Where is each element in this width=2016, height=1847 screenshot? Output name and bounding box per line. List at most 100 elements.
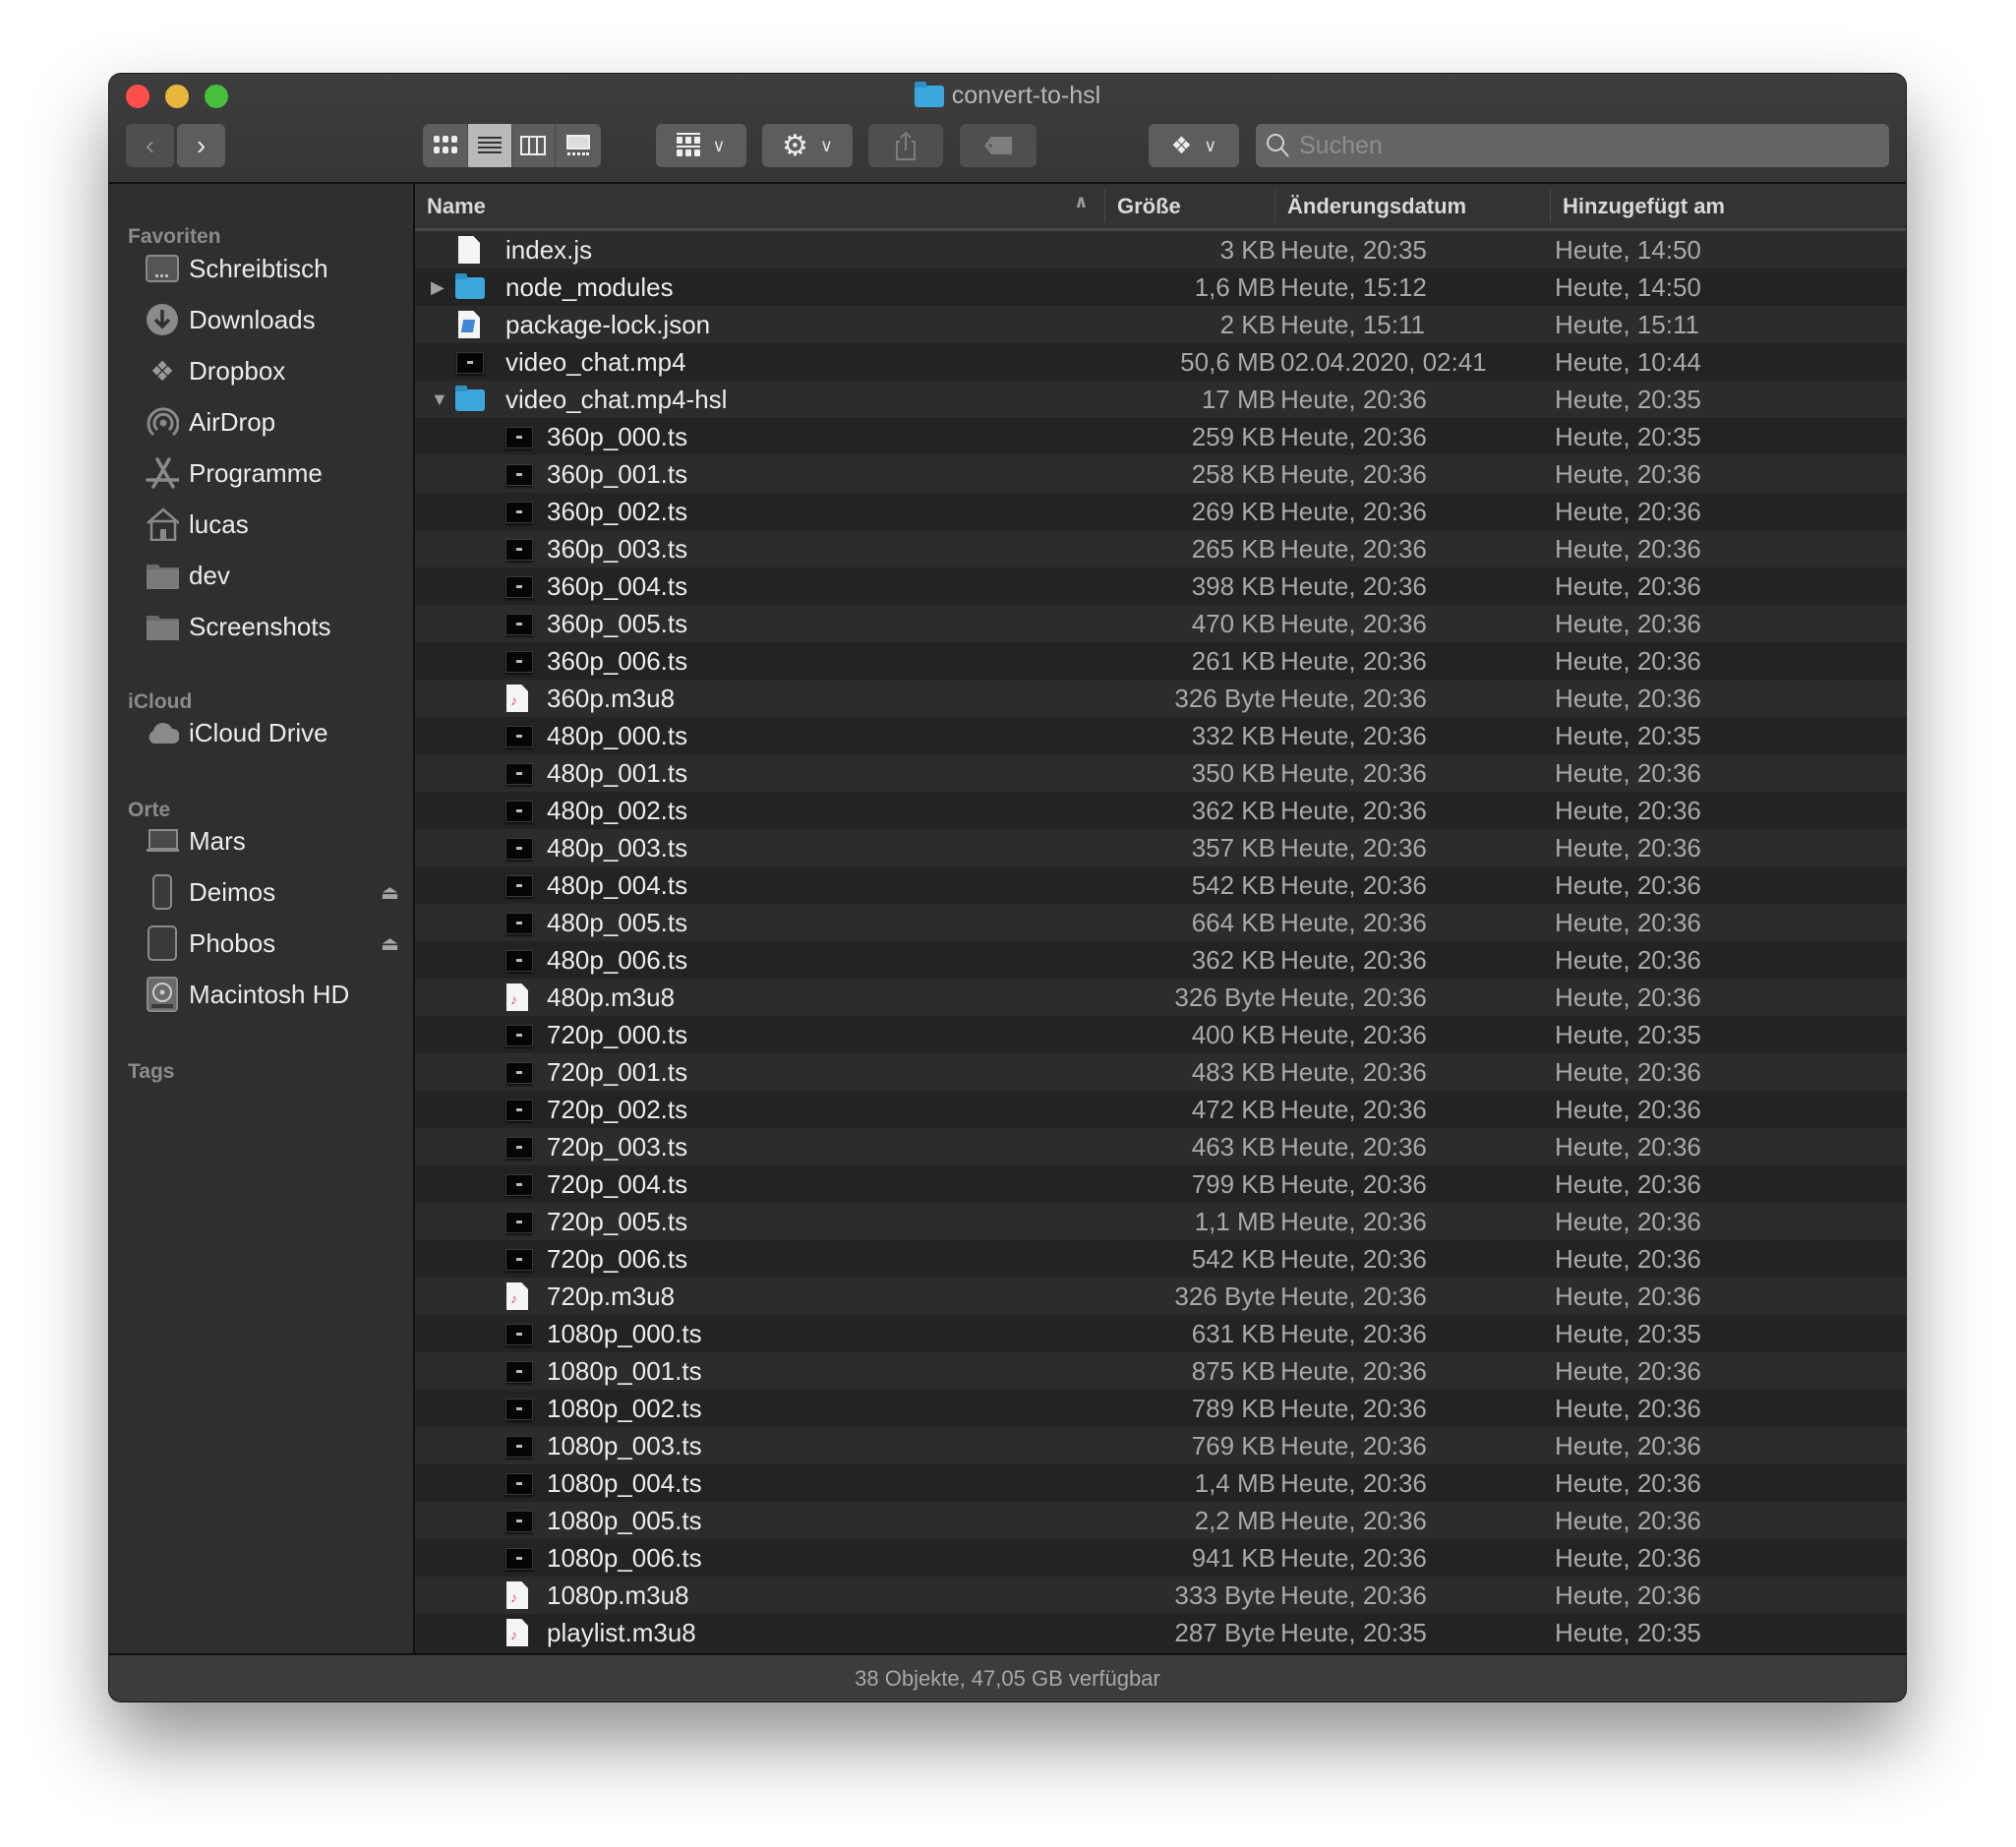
video-thumbnail-icon bbox=[505, 1473, 533, 1495]
file-row[interactable]: 1080p_001.ts 875 KB Heute, 20:36 Heute, 20:… bbox=[415, 1352, 1906, 1390]
video-thumbnail-icon bbox=[505, 651, 533, 673]
group-by-button[interactable]: ∨ bbox=[656, 124, 746, 167]
file-modified-date: Heute, 20:36 bbox=[1280, 1019, 1427, 1049]
forward-button[interactable]: › bbox=[177, 124, 225, 167]
list-view-button[interactable] bbox=[468, 124, 512, 167]
file-row[interactable]: 360p_001.ts 258 KB Heute, 20:36 Heute, 20:3… bbox=[415, 455, 1906, 493]
column-header-name[interactable]: Name bbox=[415, 184, 1103, 228]
file-row[interactable]: 480p_000.ts 332 KB Heute, 20:36 Heute, 20:3… bbox=[415, 717, 1906, 754]
tags-button[interactable] bbox=[960, 124, 1037, 167]
video-thumbnail-icon bbox=[505, 950, 533, 972]
file-added-date: Heute, 20:35 bbox=[1555, 1617, 1701, 1647]
file-row[interactable]: 360p_006.ts 261 KB Heute, 20:36 Heute, 20:3… bbox=[415, 642, 1906, 680]
dropbox-icon: ❖ bbox=[149, 355, 175, 387]
file-row[interactable]: 480p_003.ts 357 KB Heute, 20:36 Heute, 20:3… bbox=[415, 829, 1906, 866]
file-row[interactable]: index.js 3 KB Heute, 20:35 Heute, 14:50 bbox=[415, 231, 1906, 268]
dropbox-button[interactable]: ❖ ∨ bbox=[1149, 124, 1239, 167]
file-added-date: Heute, 20:35 bbox=[1555, 384, 1701, 414]
eject-icon[interactable]: ⏏ bbox=[381, 880, 399, 905]
file-modified-date: Heute, 20:36 bbox=[1280, 1505, 1427, 1535]
sidebar-item-dropbox[interactable]: ❖ Dropbox bbox=[146, 349, 399, 392]
file-row[interactable]: ▼ video_chat.mp4-hsl 17 MB Heute, 20:36 Heut… bbox=[415, 381, 1906, 418]
file-name: 720p_001.ts bbox=[547, 1056, 688, 1087]
share-button[interactable] bbox=[868, 124, 943, 167]
sidebar-item-mars[interactable]: Mars bbox=[146, 819, 399, 863]
file-row[interactable]: video_chat.mp4 50,6 MB 02.04.2020, 02:41 He… bbox=[415, 343, 1906, 381]
laptop-icon bbox=[146, 824, 179, 858]
file-row[interactable]: 720p.m3u8326 ByteHeute, 20:36Heute, 20:3… bbox=[415, 1278, 1906, 1315]
sidebar-item-label: dev bbox=[189, 560, 230, 590]
file-row[interactable]: 720p_002.ts 472 KB Heute, 20:36 Heute, 20:3… bbox=[415, 1091, 1906, 1128]
file-row[interactable]: 720p_000.ts 400 KB Heute, 20:36 Heute, 20:3… bbox=[415, 1016, 1906, 1053]
file-added-date: Heute, 20:36 bbox=[1555, 757, 1701, 788]
sidebar-item-lucas[interactable]: lucas bbox=[146, 503, 399, 546]
video-thumbnail-icon bbox=[505, 875, 533, 897]
sidebar-item-programme[interactable]: Programme bbox=[146, 451, 399, 495]
file-row[interactable]: 1080p_006.ts 941 KB Heute, 20:36 Heute, 20:… bbox=[415, 1539, 1906, 1577]
file-row[interactable]: 720p_001.ts 483 KB Heute, 20:36 Heute, 20:3… bbox=[415, 1053, 1906, 1091]
view-mode-segmented-control[interactable] bbox=[423, 124, 601, 167]
sidebar-item-deimos[interactable]: Deimos ⏏ bbox=[146, 870, 399, 914]
file-row[interactable]: 480p_002.ts 362 KB Heute, 20:36 Heute, 20:3… bbox=[415, 792, 1906, 829]
file-row[interactable]: 480p_004.ts 542 KB Heute, 20:36 Heute, 20:3… bbox=[415, 866, 1906, 904]
file-row[interactable]: 720p_003.ts 463 KB Heute, 20:36 Heute, 20:3… bbox=[415, 1128, 1906, 1165]
video-thumbnail-icon bbox=[505, 539, 533, 561]
file-row[interactable]: package-lock.json 2 KB Heute, 15:11 Heute, … bbox=[415, 306, 1906, 343]
disclosure-expanded-icon[interactable]: ▼ bbox=[431, 389, 448, 410]
search-field[interactable] bbox=[1256, 124, 1889, 167]
sidebar-item-downloads[interactable]: Downloads bbox=[146, 298, 399, 341]
sidebar-item-phobos[interactable]: Phobos ⏏ bbox=[146, 922, 399, 965]
file-row[interactable]: ▶ node_modules 1,6 MB Heute, 15:12 Heute, 14… bbox=[415, 268, 1906, 306]
file-row[interactable]: 360p_005.ts 470 KB Heute, 20:36 Heute, 20:3… bbox=[415, 605, 1906, 642]
sidebar-item-macintosh-hd[interactable]: Macintosh HD bbox=[146, 973, 399, 1016]
search-input[interactable] bbox=[1297, 130, 1852, 161]
file-name: 480p_002.ts bbox=[547, 795, 688, 825]
column-header-modified[interactable]: Änderungsdatum bbox=[1275, 184, 1550, 228]
file-row[interactable]: 1080p_003.ts 769 KB Heute, 20:36 Heute, 20:… bbox=[415, 1427, 1906, 1464]
file-row[interactable]: 360p_003.ts 265 KB Heute, 20:36 Heute, 20:3… bbox=[415, 530, 1906, 567]
column-header-added[interactable]: Hinzugefügt am bbox=[1551, 184, 1905, 228]
gallery-view-button[interactable] bbox=[556, 124, 601, 167]
sidebar-item-dev[interactable]: dev bbox=[146, 554, 399, 597]
file-row[interactable]: 360p_002.ts 269 KB Heute, 20:36 Heute, 20:3… bbox=[415, 493, 1906, 530]
file-name: 360p_004.ts bbox=[547, 570, 688, 601]
file-row[interactable]: 360p_004.ts 398 KB Heute, 20:36 Heute, 20:3… bbox=[415, 567, 1906, 605]
file-size: 362 KB bbox=[1191, 795, 1275, 825]
sidebar-item-schreibtisch[interactable]: Schreibtisch bbox=[146, 247, 399, 290]
file-added-date: Heute, 20:36 bbox=[1555, 1056, 1701, 1087]
sidebar-item-icloud-drive[interactable]: iCloud Drive bbox=[146, 711, 399, 754]
file-row[interactable]: 360p.m3u8326 ByteHeute, 20:36Heute, 20:3… bbox=[415, 680, 1906, 717]
sidebar-item-screenshots[interactable]: Screenshots bbox=[146, 605, 399, 648]
file-size: 350 KB bbox=[1191, 757, 1275, 788]
video-thumbnail-icon bbox=[505, 1137, 533, 1159]
file-row[interactable]: playlist.m3u8287 ByteHeute, 20:35Heute, … bbox=[415, 1614, 1906, 1651]
file-size: 50,6 MB bbox=[1180, 346, 1275, 377]
file-row[interactable]: 480p_005.ts 664 KB Heute, 20:36 Heute, 20:3… bbox=[415, 904, 1906, 941]
action-menu-button[interactable]: ⚙ ∨ bbox=[762, 124, 853, 167]
file-row[interactable]: 1080p_004.ts 1,4 MB Heute, 20:36 Heute, 20:… bbox=[415, 1464, 1906, 1502]
icon-view-button[interactable] bbox=[423, 124, 469, 167]
file-row[interactable]: 1080p_000.ts 631 KB Heute, 20:36 Heute, 20:… bbox=[415, 1315, 1906, 1352]
back-button[interactable]: ‹ bbox=[126, 124, 174, 167]
file-added-date: Heute, 20:36 bbox=[1555, 645, 1701, 676]
file-added-date: Heute, 14:50 bbox=[1555, 271, 1701, 302]
file-row[interactable]: 720p_005.ts 1,1 MB Heute, 20:36 Heute, 20:3… bbox=[415, 1203, 1906, 1240]
file-row[interactable]: 480p_001.ts 350 KB Heute, 20:36 Heute, 20:3… bbox=[415, 754, 1906, 792]
column-view-button[interactable] bbox=[512, 124, 556, 167]
file-row[interactable]: 480p_006.ts 362 KB Heute, 20:36 Heute, 20:3… bbox=[415, 941, 1906, 979]
sidebar-item-airdrop[interactable]: AirDrop bbox=[146, 400, 399, 444]
column-header-size[interactable]: Größe bbox=[1105, 184, 1275, 228]
file-row[interactable]: 720p_004.ts 799 KB Heute, 20:36 Heute, 20:3… bbox=[415, 1165, 1906, 1203]
file-modified-date: Heute, 20:36 bbox=[1280, 1430, 1427, 1460]
disclosure-collapsed-icon[interactable]: ▶ bbox=[431, 277, 445, 298]
file-row[interactable]: 720p_006.ts 542 KB Heute, 20:36 Heute, 20:3… bbox=[415, 1240, 1906, 1278]
file-name: 720p_000.ts bbox=[547, 1019, 688, 1049]
file-row[interactable]: 1080p.m3u8333 ByteHeute, 20:36Heute, 20:… bbox=[415, 1577, 1906, 1614]
eject-icon[interactable]: ⏏ bbox=[381, 931, 399, 956]
file-row[interactable]: 480p.m3u8326 ByteHeute, 20:36Heute, 20:3… bbox=[415, 979, 1906, 1016]
file-row[interactable]: 360p_000.ts 259 KB Heute, 20:36 Heute, 20:3… bbox=[415, 418, 1906, 455]
file-row[interactable]: 1080p_002.ts 789 KB Heute, 20:36 Heute, 20:… bbox=[415, 1390, 1906, 1427]
file-size: 258 KB bbox=[1191, 458, 1275, 489]
folder-icon bbox=[914, 81, 944, 107]
file-row[interactable]: 1080p_005.ts 2,2 MB Heute, 20:36 Heute, 20:… bbox=[415, 1502, 1906, 1539]
